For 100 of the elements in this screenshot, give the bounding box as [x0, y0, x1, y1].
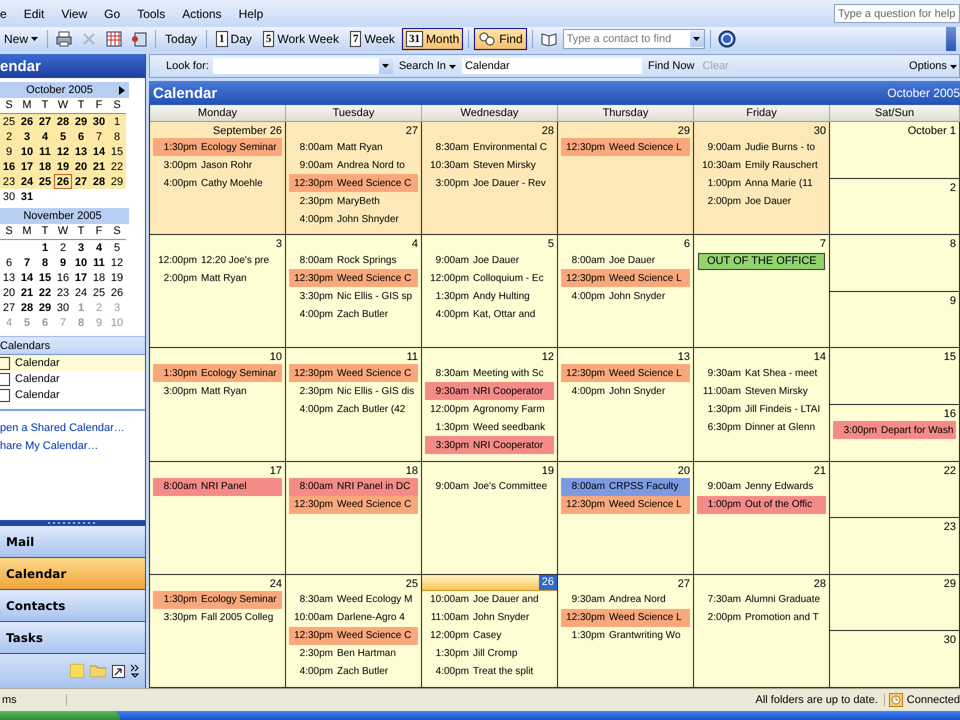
day-cell[interactable]: 3 12:00pm 12:20 Joe's pre 2:00pm Matt Ryan — [150, 235, 286, 348]
toolbar-button[interactable] — [716, 28, 738, 50]
date-cell[interactable]: 21 — [90, 159, 108, 174]
day-cell[interactable]: 30 9:00am Judie Burns - to 10:30am Emily Rauschert 1:00pm Anna Marie (11 2:00pm Joe Dauer — [694, 122, 830, 236]
day-cell[interactable]: 29 12:30pm Weed Science L — [558, 122, 694, 236]
menu-item[interactable]: e — [0, 6, 16, 20]
date-cell[interactable]: 14 — [90, 144, 108, 159]
date-cell[interactable]: 22 — [108, 159, 126, 174]
look-for-field[interactable] — [212, 58, 393, 74]
toolbar-button[interactable]: 5 Work Week — [258, 28, 343, 50]
calendar-item[interactable]: Calendar — [0, 355, 145, 371]
date-cell[interactable]: 11 — [90, 255, 108, 270]
menu-item[interactable]: Help — [238, 6, 272, 20]
day-cell[interactable]: October 1 — [830, 122, 960, 179]
date-cell[interactable]: 7 — [90, 129, 108, 144]
appointment[interactable]: 12:30pm Weed Science C — [289, 269, 418, 288]
link[interactable]: hare My Calendar… — [0, 437, 145, 455]
date-cell[interactable]: 25 — [36, 174, 54, 189]
day-cell[interactable]: 14 9:30am Kat Shea - meet 11:00am Steven Mirsky 1:30pm Jill Findeis - LTAI 6:30pm Dinner at Glenn — [694, 348, 830, 462]
contact-search-field[interactable]: Type a contact to find — [562, 29, 705, 49]
appointment[interactable]: 12:30pm Weed Science C — [289, 174, 418, 192]
date-cell[interactable]: 27 — [72, 174, 90, 189]
day-cell[interactable]: 25 8:30am Weed Ecology M 10:00am Darlene-Agro 4 12:30pm Weed Science C 2:30pm Ben Hartman 4:00pm Zach Butler — [286, 574, 422, 688]
appointment[interactable]: 12:30pm Weed Science L — [561, 138, 690, 156]
date-cell[interactable]: 27 — [36, 114, 54, 129]
date-cell[interactable]: 21 — [18, 285, 36, 300]
date-cell[interactable]: 19 — [108, 270, 126, 285]
date-cell[interactable]: 2 — [54, 240, 72, 255]
day-cell[interactable]: 20 8:00am CRPSS Faculty 12:30pm Weed Science L — [558, 462, 694, 575]
date-cell[interactable]: 13 — [72, 144, 90, 159]
day-cell[interactable]: September 26 1:30pm Ecology Seminar 3:00pm Jason Rohr 4:00pm Cathy Moehle — [150, 122, 286, 236]
date-cell[interactable]: 1 — [108, 114, 126, 129]
find-now-button[interactable]: Find Now — [646, 60, 696, 72]
menu-item[interactable]: Edit — [24, 6, 54, 20]
date-cell[interactable]: 8 — [108, 129, 126, 144]
date-cell[interactable]: 29 — [72, 114, 90, 129]
date-cell[interactable]: 12 — [54, 144, 72, 159]
day-cell[interactable]: 30 — [830, 631, 960, 688]
appointment[interactable]: 12:30pm Weed Science C — [289, 496, 418, 514]
toolbar-button[interactable]: Today — [161, 28, 202, 50]
appointment[interactable]: 1:00pm Out of the Offic — [697, 496, 826, 514]
date-cell[interactable]: 11 — [36, 144, 54, 159]
day-cell[interactable]: 2 — [830, 178, 960, 236]
appointment[interactable]: 9:30am NRI Cooperator — [425, 382, 554, 400]
chevron-icon[interactable] — [131, 664, 139, 678]
date-cell[interactable]: 8 — [36, 255, 54, 270]
nav-button[interactable]: Tasks — [0, 622, 145, 654]
toolbar-button[interactable]: New — [0, 28, 42, 50]
date-cell[interactable]: 12 — [108, 255, 126, 270]
day-cell[interactable]: 13 12:30pm Weed Science L 4:00pm John Snyder — [558, 348, 694, 462]
checkbox[interactable] — [0, 356, 10, 370]
date-cell[interactable]: 13 — [0, 270, 18, 285]
date-cell[interactable]: 5 — [54, 129, 72, 144]
day-cell[interactable]: 27 9:30am Andrea Nord 12:30pm Weed Science L 1:30pm Grantwriting Wo — [558, 574, 694, 688]
day-cell[interactable]: 9 — [830, 292, 960, 348]
date-cell[interactable]: 28 — [54, 114, 72, 129]
date-cell[interactable]: 18 — [90, 270, 108, 285]
toolbar-button[interactable]: 7 Week — [346, 28, 399, 50]
day-cell[interactable]: 28 8:30am Environmental C 10:30am Steven Mirsky 3:00pm Joe Dauer - Rev — [422, 122, 558, 236]
checkbox[interactable] — [0, 388, 10, 402]
menu-item[interactable]: Go — [104, 6, 130, 20]
day-cell[interactable]: 29 — [830, 574, 960, 632]
menu-item[interactable]: View — [61, 6, 96, 20]
appointment[interactable]: 12:30pm Weed Science L — [561, 496, 690, 514]
date-cell[interactable]: 26 — [108, 285, 126, 300]
date-cell[interactable]: 3 — [72, 240, 90, 255]
date-cell[interactable]: 30 — [90, 114, 108, 129]
appointment[interactable]: 3:30pm NRI Cooperator — [425, 436, 554, 454]
date-cell[interactable]: 30 — [0, 189, 18, 204]
calendar-item[interactable]: Calendar — [0, 371, 145, 387]
nav-button[interactable]: Mail — [0, 526, 145, 558]
day-cell[interactable]: 11 12:30pm Weed Science C 2:30pm Nic Ellis - GIS dis 4:00pm Zach Butler (42 — [286, 348, 422, 462]
date-cell[interactable]: 20 — [72, 159, 90, 174]
day-cell[interactable]: 24 1:30pm Ecology Seminar 3:30pm Fall 2005 Colleg — [150, 574, 286, 688]
appointment[interactable]: 12:30pm Weed Science C — [289, 364, 418, 382]
scope-field[interactable]: Calendar — [462, 58, 642, 74]
appointment[interactable]: 1:30pm Ecology Seminar — [153, 364, 282, 382]
nav-button[interactable]: Contacts — [0, 590, 145, 622]
date-cell[interactable]: 19 — [54, 159, 72, 174]
date-cell[interactable]: 26 — [18, 114, 36, 129]
start-button[interactable] — [0, 711, 120, 720]
appointment[interactable]: 3:00pm Depart for Wash — [833, 421, 956, 439]
menu-item[interactable]: Tools — [137, 6, 174, 20]
date-cell[interactable]: 5 — [108, 240, 126, 255]
date-cell[interactable]: 1 — [36, 240, 54, 255]
appointment[interactable]: 12:30pm Weed Science C — [289, 626, 418, 645]
date-cell[interactable]: 6 — [72, 129, 90, 144]
date-cell[interactable]: 31 — [18, 189, 36, 204]
date-cell[interactable]: 3 — [18, 129, 36, 144]
date-cell[interactable]: 10 — [18, 144, 36, 159]
day-cell[interactable]: 18 8:00am NRI Panel in DC 12:30pm Weed Science C — [286, 462, 422, 575]
date-cell[interactable]: 26 — [54, 174, 72, 189]
day-cell[interactable]: 7 OUT OF THE OFFICE — [694, 235, 830, 348]
appointment[interactable]: 8:00am NRI Panel in DC — [289, 478, 418, 496]
date-cell[interactable]: 28 — [90, 174, 108, 189]
day-cell[interactable]: 27 8:00am Matt Ryan 9:00am Andrea Nord to 12:30pm Weed Science C 2:30pm MaryBeth 4:00pm John Shnyder — [286, 122, 422, 236]
day-cell[interactable]: 15 — [830, 348, 960, 405]
toolbar-button[interactable]: Find — [474, 28, 527, 50]
date-cell[interactable]: 25 — [90, 285, 108, 300]
appointment[interactable]: 1:30pm Ecology Seminar — [153, 138, 282, 156]
